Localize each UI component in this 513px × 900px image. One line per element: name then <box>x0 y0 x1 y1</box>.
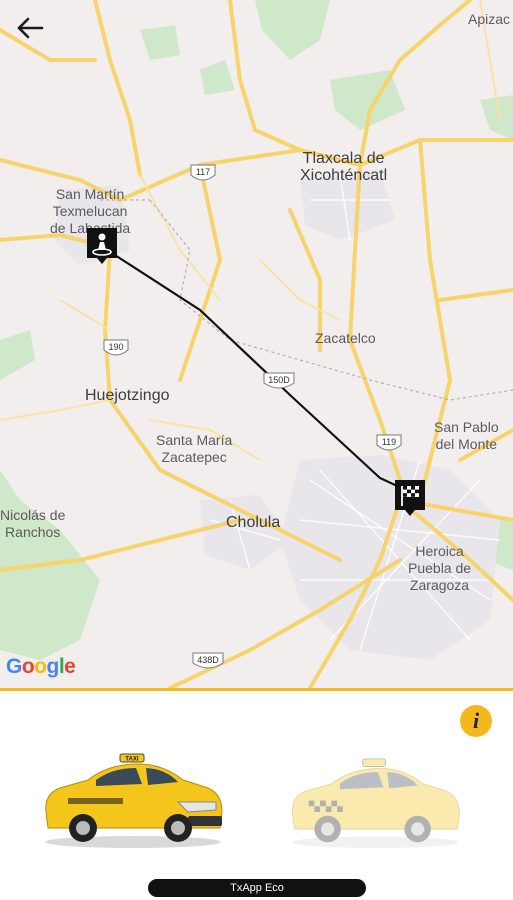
taxi-car-icon: TAXI <box>45 753 223 848</box>
place-santa-maria: Santa María Zacatepec <box>156 432 233 465</box>
svg-text:TAXI: TAXI <box>125 757 139 763</box>
checkered-flag-pin-icon <box>395 480 425 516</box>
svg-text:438D: 438D <box>197 655 219 665</box>
highway-shield: 190 <box>103 339 129 356</box>
svg-text:119: 119 <box>382 437 396 447</box>
place-tlaxcala: Tlaxcala de Xicohténcatl <box>300 150 388 184</box>
place-cholula: Cholula <box>226 514 281 531</box>
map-view[interactable]: Apizac Tlaxcala de Xicohténcatl San Mart… <box>0 0 513 688</box>
highway-shield: 438D <box>192 652 224 669</box>
arrow-left-icon <box>17 17 44 39</box>
origin-person-pin-icon <box>87 228 117 264</box>
svg-text:117: 117 <box>196 167 210 177</box>
back-button[interactable] <box>12 10 48 46</box>
place-apizaco: Apizac <box>468 11 511 27</box>
place-san-pablo: San Pablo del Monte <box>434 419 499 452</box>
info-button[interactable]: i <box>460 705 492 737</box>
place-nicolas: Nicolás de Ranchos <box>0 507 66 540</box>
place-zacatelco: Zacatelco <box>315 330 376 346</box>
svg-text:150D: 150D <box>268 375 290 385</box>
place-huejotzingo: Huejotzingo <box>85 387 170 404</box>
highway-shield: 119 <box>376 434 402 451</box>
taxi-option[interactable] <box>285 755 465 855</box>
google-logo: Google <box>6 655 76 678</box>
taxi-car-icon <box>291 758 460 848</box>
svg-text:190: 190 <box>108 342 123 352</box>
info-icon: i <box>472 708 480 733</box>
service-name-label[interactable]: TxApp Eco <box>148 879 366 897</box>
destination-marker[interactable] <box>393 478 427 516</box>
taxi-option-selected[interactable]: TAXI <box>38 750 228 855</box>
place-puebla: Heroica Puebla de Zaragoza <box>408 543 472 593</box>
highway-shield: 150D <box>263 372 295 389</box>
highway-shield: 117 <box>190 164 216 181</box>
origin-marker[interactable] <box>85 226 119 264</box>
